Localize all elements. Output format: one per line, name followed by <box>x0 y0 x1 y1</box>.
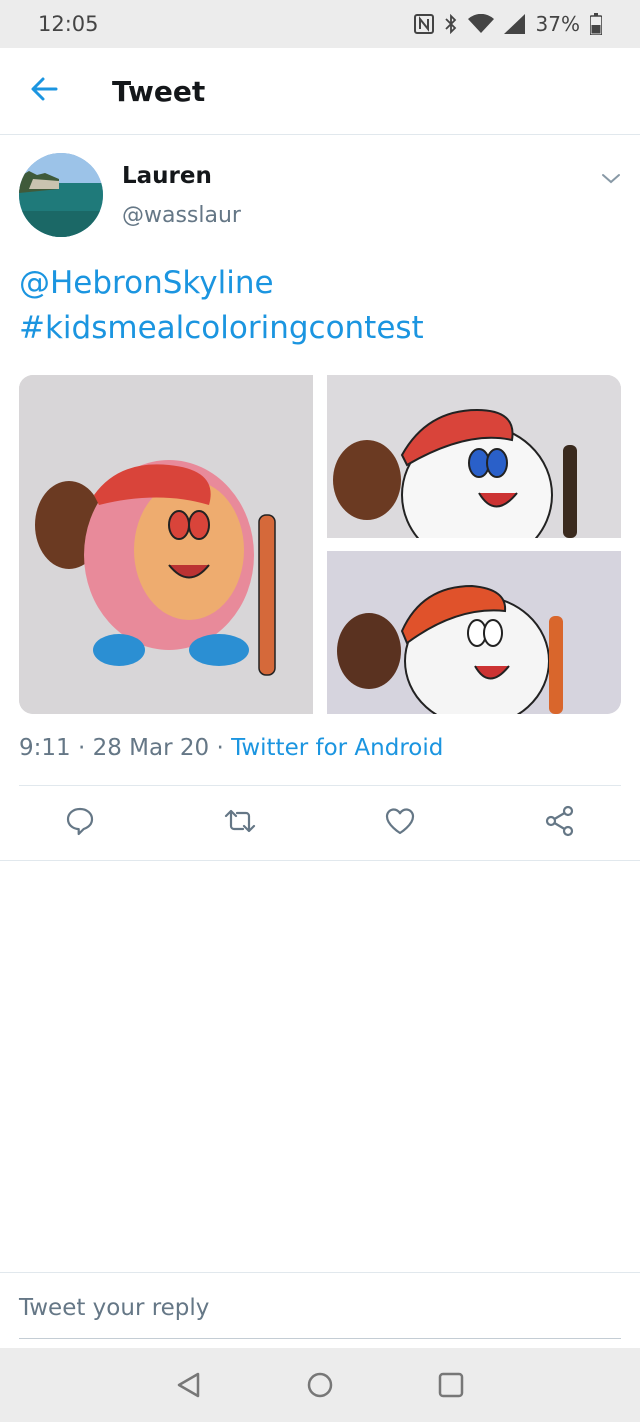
nav-home-button[interactable] <box>305 1370 335 1400</box>
like-button[interactable] <box>383 806 417 840</box>
tweet-author: Lauren @wasslaur <box>0 135 640 245</box>
reply-input[interactable]: Tweet your reply <box>19 1295 621 1339</box>
nav-back-button[interactable] <box>174 1370 204 1400</box>
meta-separator: · <box>70 735 93 761</box>
circle-home-icon <box>305 1372 335 1404</box>
divider <box>0 860 640 861</box>
tweet-date: 28 Mar 20 <box>92 735 210 761</box>
triangle-back-icon <box>174 1372 204 1404</box>
battery-percent: 37% <box>535 12 580 36</box>
meta-separator: · <box>209 735 232 761</box>
baseball-drawing-icon <box>327 375 621 538</box>
reply-bar: Tweet your reply <box>0 1272 640 1348</box>
status-time: 12:05 <box>38 12 99 36</box>
tweet: Lauren @wasslaur @HebronSkyline #kidsmea… <box>0 135 640 861</box>
author-name[interactable]: Lauren <box>122 163 212 189</box>
media-grid <box>19 375 621 714</box>
reply-icon <box>65 806 95 840</box>
chevron-down-icon <box>600 174 622 193</box>
status-bar: 12:05 37% <box>0 0 640 48</box>
heart-icon <box>384 806 416 840</box>
square-recents-icon <box>436 1372 466 1404</box>
app-header: Tweet <box>0 48 640 135</box>
media-image-1[interactable] <box>19 375 313 714</box>
retweet-icon <box>223 806 257 840</box>
hashtag-link[interactable]: #kidsmealcoloringcontest <box>19 306 619 351</box>
nfc-icon <box>413 14 434 34</box>
tweet-menu-button[interactable] <box>600 167 622 189</box>
avatar[interactable] <box>19 153 103 237</box>
arrow-left-icon <box>30 75 58 107</box>
bluetooth-icon <box>444 14 458 34</box>
reply-button[interactable] <box>63 806 97 840</box>
share-button[interactable] <box>543 805 577 841</box>
tweet-time: 9:11 <box>19 735 71 761</box>
media-image-2[interactable] <box>327 375 621 538</box>
nav-recents-button[interactable] <box>436 1370 466 1400</box>
retweet-button[interactable] <box>223 806 257 840</box>
author-handle[interactable]: @wasslaur <box>122 203 241 228</box>
back-button[interactable] <box>0 48 88 135</box>
mention-link[interactable]: @HebronSkyline <box>19 261 619 306</box>
tweet-actions <box>0 786 640 861</box>
baseball-drawing-icon <box>327 551 621 714</box>
system-nav-bar <box>0 1348 640 1422</box>
share-icon <box>544 805 576 841</box>
media-image-3[interactable] <box>327 551 621 714</box>
status-icons: 37% <box>413 12 602 36</box>
wifi-icon <box>467 14 494 34</box>
baseball-drawing-icon <box>19 375 313 714</box>
tweet-source-link[interactable]: Twitter for Android <box>231 735 443 761</box>
tweet-text: @HebronSkyline #kidsmealcoloringcontest <box>19 261 619 351</box>
battery-icon <box>590 13 602 35</box>
tweet-meta: 9:11 · 28 Mar 20 · Twitter for Android <box>19 735 443 761</box>
page-title: Tweet <box>112 74 206 108</box>
signal-icon <box>503 14 526 34</box>
